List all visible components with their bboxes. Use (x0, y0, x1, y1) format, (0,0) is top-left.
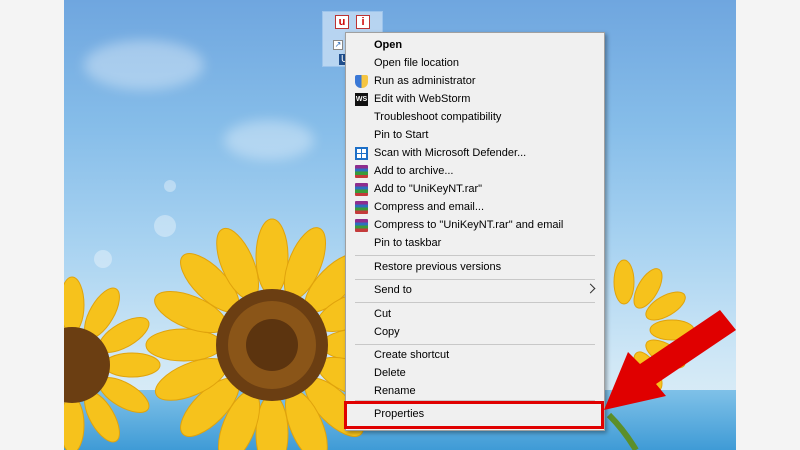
sunflower-left (64, 276, 161, 450)
winrar-icon (355, 165, 368, 178)
menu-item-label: Compress and email... (374, 201, 485, 213)
menu-item-label: Pin to Start (374, 129, 429, 141)
menu-item-add-to-archive[interactable]: Add to archive... (346, 163, 604, 181)
menu-item-label: Edit with WebStorm (374, 93, 471, 105)
menu-item-label: Open file location (374, 57, 459, 69)
shortcut-arrow-icon: ↗ (333, 40, 343, 50)
menu-item-label: Restore previous versions (374, 261, 502, 273)
unikey-icon: u (335, 15, 349, 29)
shield-icon (355, 75, 368, 88)
red-arrow-pointer-icon (604, 310, 736, 410)
menu-item-label: Run as administrator (374, 75, 476, 87)
menu-item-label: Scan with Microsoft Defender... (374, 147, 527, 159)
winrar-icon (355, 219, 368, 232)
menu-item-open[interactable]: Open (346, 37, 604, 55)
menu-separator (355, 255, 595, 256)
menu-item-label: Send to (374, 284, 412, 296)
menu-item-copy[interactable]: Copy (346, 324, 604, 342)
menu-separator (355, 279, 595, 280)
menu-item-label: Rename (374, 385, 416, 397)
context-menu: Open Open file location Run as administr… (344, 32, 605, 431)
menu-item-label: Add to archive... (374, 165, 454, 177)
winrar-icon (355, 201, 368, 214)
menu-separator (355, 344, 595, 345)
menu-item-pin-to-taskbar[interactable]: Pin to taskbar (346, 235, 604, 253)
menu-item-cut[interactable]: Cut (346, 306, 604, 324)
menu-item-label: Troubleshoot compatibility (374, 111, 502, 123)
unikey-icon: i (356, 15, 370, 29)
chevron-right-icon (585, 283, 596, 294)
menu-item-label: Create shortcut (374, 349, 450, 361)
menu-item-compress-to-rar-and-email[interactable]: Compress to "UniKeyNT.rar" and email (346, 217, 604, 235)
menu-item-add-to-rar[interactable]: Add to "UniKeyNT.rar" (346, 181, 604, 199)
menu-item-send-to[interactable]: Send to (346, 282, 604, 300)
right-padding-bar (736, 0, 800, 450)
menu-item-open-file-location[interactable]: Open file location (346, 55, 604, 73)
menu-item-create-shortcut[interactable]: Create shortcut (346, 347, 604, 365)
menu-item-label: Add to "UniKeyNT.rar" (374, 183, 483, 195)
menu-item-troubleshoot-compatibility[interactable]: Troubleshoot compatibility (346, 109, 604, 127)
winrar-icon (355, 183, 368, 196)
menu-item-pin-to-start[interactable]: Pin to Start (346, 127, 604, 145)
menu-item-edit-with-webstorm[interactable]: WS Edit with WebStorm (346, 91, 604, 109)
menu-item-compress-and-email[interactable]: Compress and email... (346, 199, 604, 217)
menu-separator (355, 302, 595, 303)
menu-item-label: Cut (374, 308, 392, 320)
menu-item-rename[interactable]: Rename (346, 383, 604, 401)
menu-item-label: Delete (374, 367, 406, 379)
defender-icon (355, 147, 368, 160)
menu-item-run-as-administrator[interactable]: Run as administrator (346, 73, 604, 91)
screenshot-stage: u i ↗ U Open Open file location Run as a… (0, 0, 800, 450)
menu-item-restore-previous-versions[interactable]: Restore previous versions (346, 259, 604, 277)
menu-item-label: Pin to taskbar (374, 237, 442, 249)
menu-item-label: Open (374, 39, 403, 51)
webstorm-icon: WS (355, 93, 368, 106)
properties-highlight-box (344, 401, 604, 429)
menu-item-delete[interactable]: Delete (346, 365, 604, 383)
menu-item-label: Copy (374, 326, 400, 338)
left-padding-bar (0, 0, 64, 450)
menu-item-label: Compress to "UniKeyNT.rar" and email (374, 219, 564, 231)
menu-item-scan-with-defender[interactable]: Scan with Microsoft Defender... (346, 145, 604, 163)
